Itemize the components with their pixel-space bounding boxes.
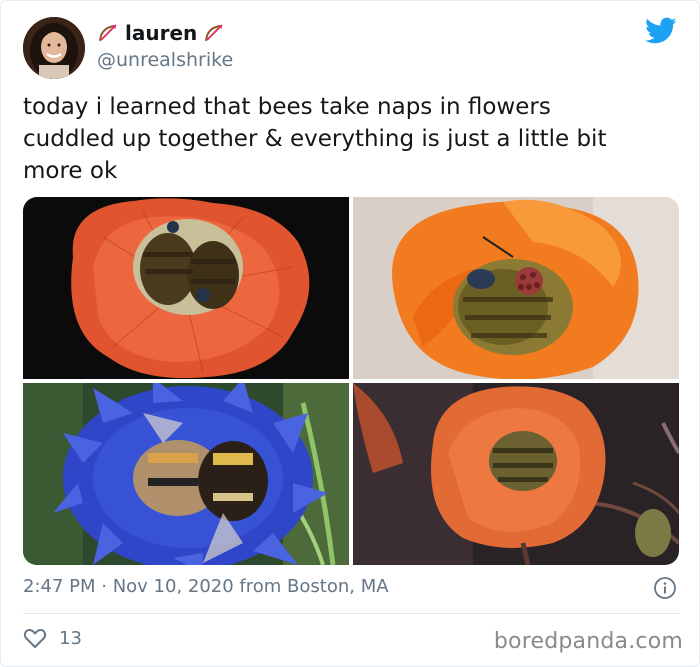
avatar[interactable] [23,17,85,79]
bee-photo-2[interactable] [353,197,679,379]
info-icon[interactable] [653,576,677,600]
twitter-bird-icon[interactable] [645,17,677,45]
display-name[interactable]: lauren [125,21,197,45]
like-action[interactable]: 13 [23,627,82,649]
media-grid [23,197,679,565]
user-handle[interactable]: @unrealshrike [97,49,233,71]
user-name-row[interactable]: lauren [97,21,225,45]
avatar-image [23,17,85,79]
bow-and-arrow-icon [97,22,119,44]
like-count: 13 [59,627,82,649]
watermark: boredpanda.com [493,629,683,654]
tweet-timestamp[interactable]: 2:47 PM · Nov 10, 2020 from Boston, MA [23,576,389,597]
bee-photo-1[interactable] [23,197,349,379]
heart-icon[interactable] [23,627,47,649]
bee-photo-3[interactable] [23,383,349,565]
bee-photo-4[interactable] [353,383,679,565]
bow-and-arrow-icon [203,22,225,44]
tweet-card: lauren @unrealshrike today i learned tha… [0,0,700,667]
tweet-text: today i learned that bees take naps in f… [23,94,607,184]
divider [23,613,679,614]
